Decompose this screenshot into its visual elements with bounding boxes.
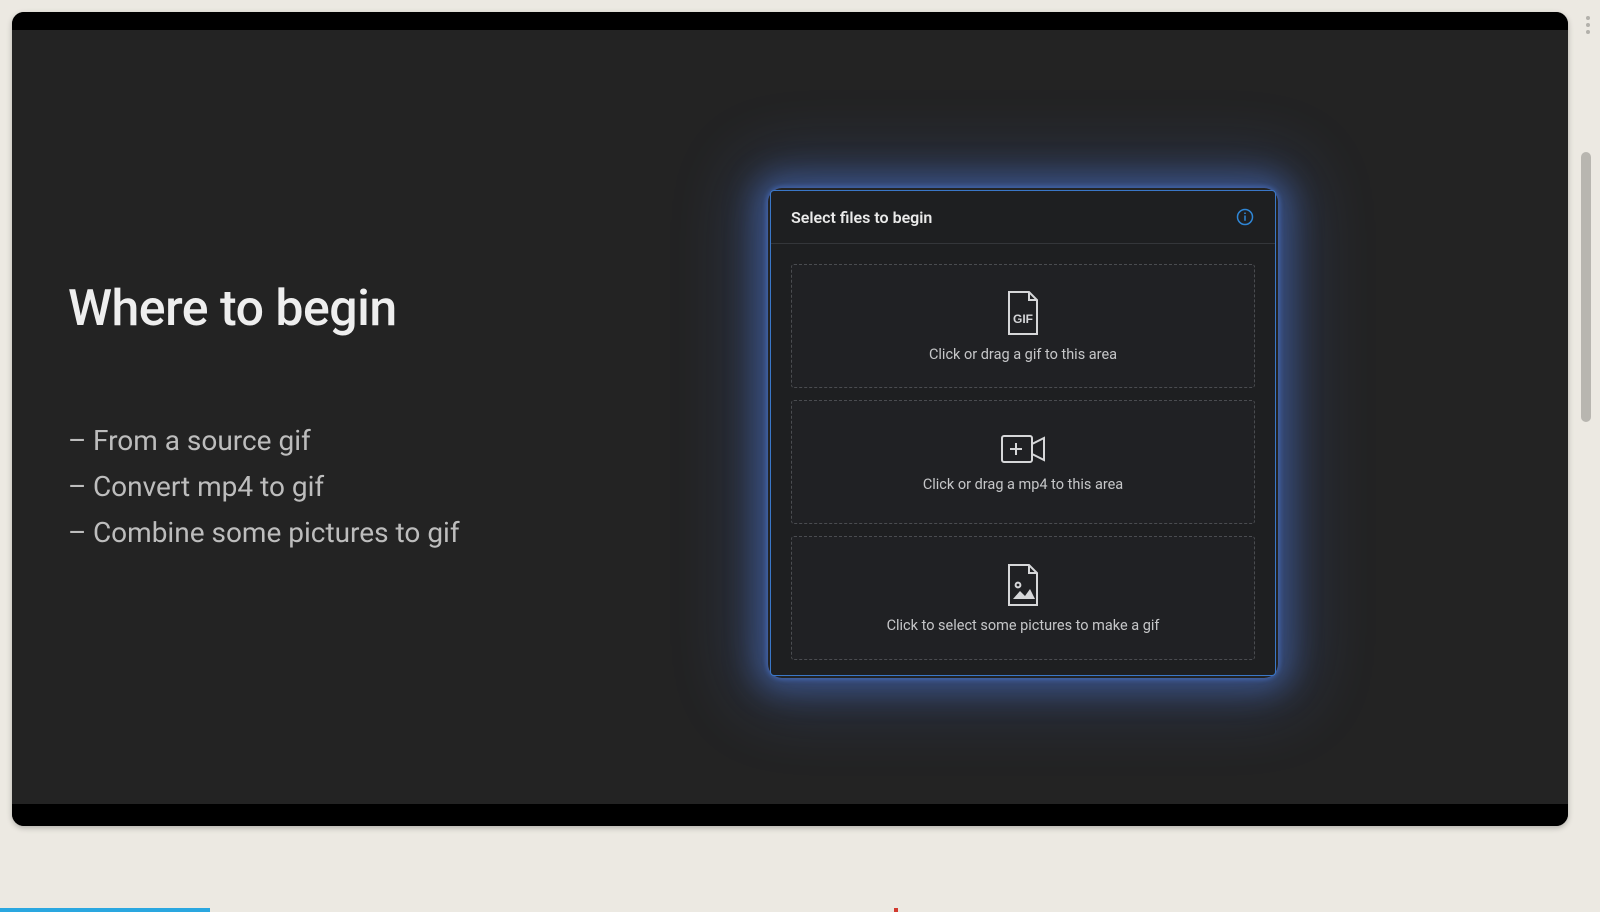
strip-blue (0, 908, 210, 912)
bullet-list: – From a source gif – Convert mp4 to gif… (68, 418, 708, 557)
strip-cream (210, 908, 1600, 912)
letterbox-bottom (12, 804, 1568, 826)
scrollbar-thumb[interactable] (1581, 152, 1591, 422)
panel-body: GIF Click or drag a gif to this area (771, 244, 1275, 676)
window-menu-dots-icon[interactable] (1586, 16, 1592, 34)
dropzone-pictures[interactable]: Click to select some pictures to make a … (791, 536, 1255, 660)
bullet-item: – Convert mp4 to gif (68, 464, 708, 510)
window-scrollbar[interactable] (1578, 12, 1594, 826)
dropzone-gif-label: Click or drag a gif to this area (929, 346, 1117, 363)
bullet-text: Convert mp4 to gif (93, 470, 324, 503)
bullet-text: From a source gif (93, 424, 311, 457)
bullet-text: Combine some pictures to gif (93, 516, 460, 549)
info-icon[interactable] (1235, 207, 1255, 227)
left-text-column: Where to begin – From a source gif – Con… (68, 280, 708, 557)
video-add-icon (1000, 432, 1046, 466)
slide-area: Where to begin – From a source gif – Con… (12, 30, 1568, 804)
file-select-panel: Select files to begin GIF (770, 190, 1276, 676)
page-heading: Where to begin (68, 280, 708, 338)
dropzone-mp4-label: Click or drag a mp4 to this area (923, 476, 1123, 493)
bullet-dash: – (68, 464, 86, 510)
bottom-strip (0, 908, 1600, 912)
bullet-item: – From a source gif (68, 418, 708, 464)
dropzone-mp4[interactable]: Click or drag a mp4 to this area (791, 400, 1255, 524)
bullet-item: – Combine some pictures to gif (68, 510, 708, 556)
strip-red (894, 908, 898, 912)
panel-title: Select files to begin (791, 208, 932, 227)
dropzone-gif[interactable]: GIF Click or drag a gif to this area (791, 264, 1255, 388)
bullet-dash: – (68, 510, 86, 556)
file-image-icon (1005, 563, 1041, 607)
app-window: Where to begin – From a source gif – Con… (12, 12, 1568, 826)
dropzone-pictures-label: Click to select some pictures to make a … (887, 617, 1160, 634)
bullet-dash: – (68, 418, 86, 464)
letterbox-top (12, 12, 1568, 30)
svg-text:GIF: GIF (1013, 312, 1033, 326)
file-gif-icon: GIF (1003, 290, 1043, 336)
panel-header: Select files to begin (771, 191, 1275, 244)
